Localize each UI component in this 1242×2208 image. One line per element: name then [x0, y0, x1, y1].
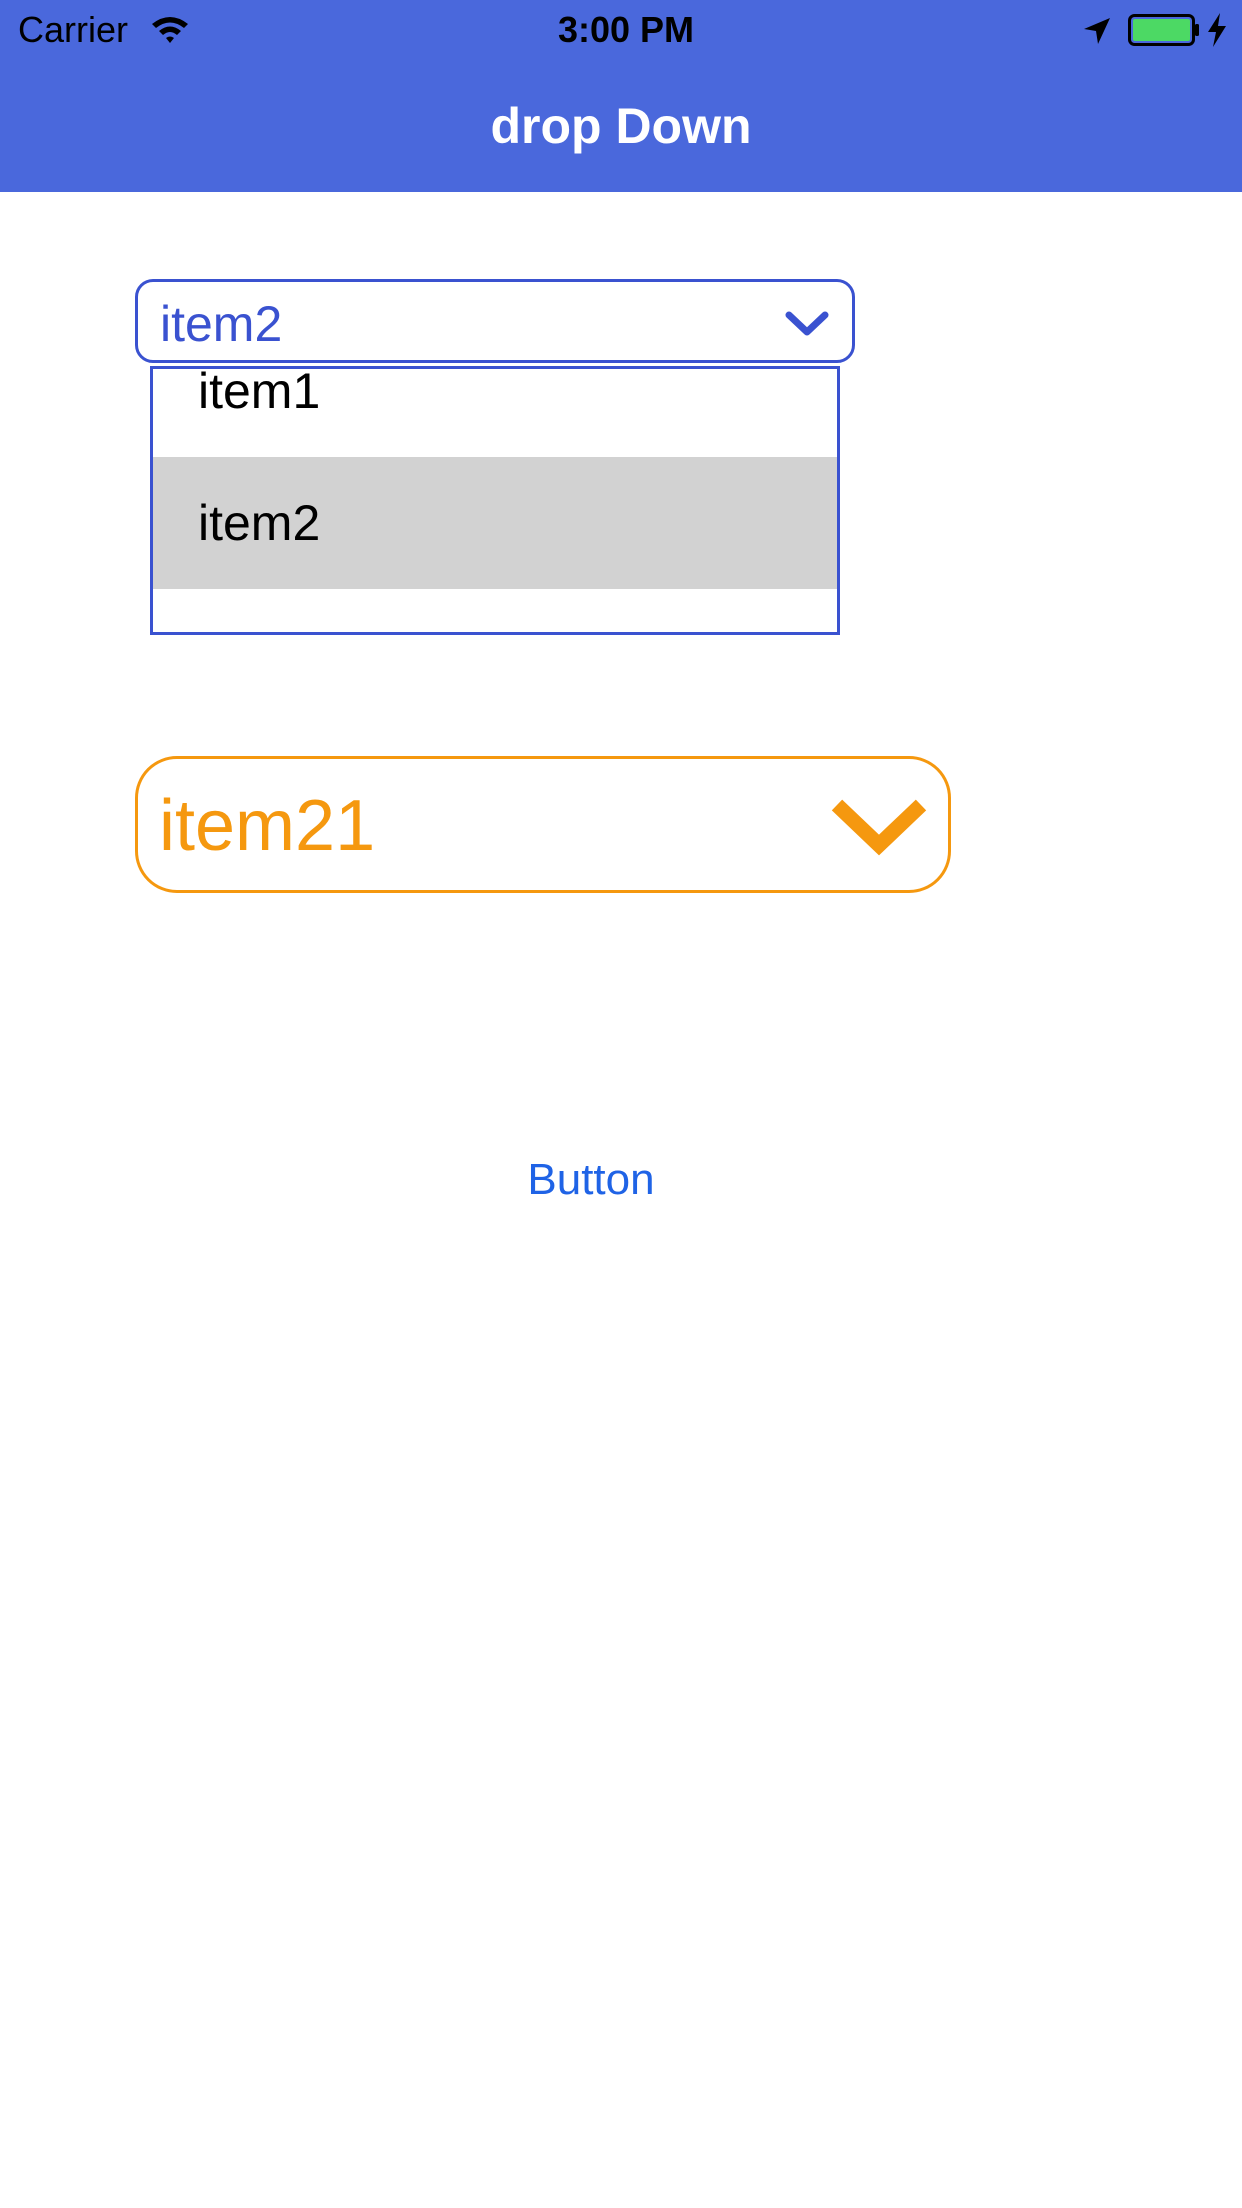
secondary-dropdown-value: item21	[159, 786, 376, 866]
location-arrow-icon	[1084, 18, 1110, 44]
status-time: 3:00 PM	[557, 9, 695, 50]
secondary-dropdown[interactable]: item21	[135, 756, 951, 893]
action-button[interactable]: Button	[471, 1150, 711, 1210]
dropdown-option-label: item1	[198, 366, 321, 419]
chevron-down-icon	[831, 799, 927, 856]
dropdown-option-item2-selected[interactable]: item2	[153, 457, 837, 589]
status-bar: Carrier 3:00 PM	[0, 0, 1242, 60]
page-title: drop Down	[490, 98, 752, 154]
dropdown-option-next[interactable]	[153, 589, 837, 632]
battery-icon	[1128, 14, 1199, 46]
primary-dropdown[interactable]: item2	[135, 279, 855, 363]
primary-dropdown-value: item2	[160, 296, 283, 352]
dropdown-option-item1[interactable]: item1	[153, 366, 837, 457]
charging-bolt-icon	[1208, 13, 1226, 47]
navigation-bar: Carrier 3:00 PM drop Down	[0, 0, 1242, 192]
primary-dropdown-list: item1 item2	[150, 366, 840, 635]
dropdown-option-label: item2	[198, 495, 321, 551]
chevron-down-icon	[785, 311, 829, 336]
